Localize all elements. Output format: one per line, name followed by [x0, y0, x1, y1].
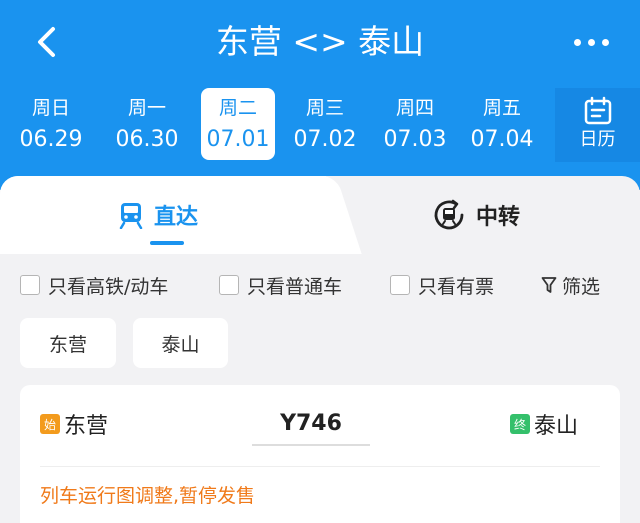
date-value: 07.04 [470, 127, 534, 152]
date-weekday: 周一 [127, 97, 166, 119]
date-item-0630[interactable]: 周一 06.30 [110, 88, 184, 160]
train-icon [119, 203, 143, 229]
date-selector: 周日 06.29 周一 06.30 周二 07.01 周三 07.02 周四 0… [14, 88, 554, 160]
sale-suspended-notice: 列车运行图调整,暂停发售 [40, 485, 256, 507]
date-item-0704[interactable]: 周五 07.04 [465, 88, 539, 160]
departure-station-name: 东营 [64, 414, 109, 439]
date-value: 07.01 [206, 127, 270, 152]
filter-button-label: 筛选 [562, 275, 601, 298]
start-badge: 始 [40, 414, 60, 434]
checkbox-normal-train[interactable] [219, 275, 239, 295]
more-button[interactable] [566, 30, 616, 54]
transfer-train-icon [434, 199, 464, 230]
filter-high-speed[interactable]: 只看高铁/动车 [20, 270, 168, 300]
filter-normal-train[interactable]: 只看普通车 [219, 270, 342, 300]
calendar-icon [584, 96, 611, 125]
train-number: Y746 [280, 411, 342, 436]
filter-high-speed-label: 只看高铁/动车 [48, 275, 169, 298]
end-badge: 终 [510, 414, 530, 434]
tab-active-indicator [150, 241, 184, 245]
date-weekday: 周三 [305, 97, 344, 119]
date-item-0703[interactable]: 周四 07.03 [378, 88, 452, 160]
arrival-station: 终 泰山 [510, 408, 578, 440]
date-item-0702[interactable]: 周三 07.02 [288, 88, 362, 160]
checkbox-high-speed[interactable] [20, 275, 40, 295]
date-item-0629[interactable]: 周日 06.29 [14, 88, 88, 160]
date-item-0701-selected[interactable]: 周二 07.01 [201, 88, 275, 160]
back-arrow-icon [38, 27, 55, 57]
filter-has-ticket-label: 只看有票 [418, 275, 495, 298]
date-weekday: 周四 [395, 97, 434, 119]
checkbox-has-ticket[interactable] [390, 275, 410, 295]
tab-direct-label: 直达 [154, 205, 199, 230]
filter-has-ticket[interactable]: 只看有票 [390, 270, 494, 300]
arrival-station-name: 泰山 [534, 414, 579, 439]
calendar-label: 日历 [579, 129, 616, 150]
date-value: 06.30 [115, 127, 179, 152]
departure-station: 始 东营 [40, 408, 108, 440]
date-weekday: 周五 [482, 97, 521, 119]
tab-transfer[interactable]: 中转 [432, 176, 520, 254]
more-dots-icon [573, 38, 609, 46]
card-divider [40, 466, 600, 467]
filter-normal-train-label: 只看普通车 [247, 275, 343, 298]
train-route-line [252, 444, 370, 446]
date-value: 07.03 [383, 127, 447, 152]
back-button[interactable] [28, 22, 64, 62]
tab-transfer-label: 中转 [476, 205, 521, 230]
date-weekday: 周二 [218, 97, 257, 119]
date-weekday: 周日 [31, 97, 70, 119]
route-title: 东营 <> 泰山 [215, 22, 425, 61]
station-chip-to[interactable]: 泰山 [133, 318, 228, 368]
calendar-button[interactable]: 日历 [555, 88, 640, 162]
station-chip-from[interactable]: 东营 [20, 318, 116, 368]
filter-button[interactable]: 筛选 [541, 270, 600, 300]
funnel-icon [541, 277, 557, 293]
date-value: 06.29 [19, 127, 83, 152]
date-value: 07.02 [293, 127, 357, 152]
